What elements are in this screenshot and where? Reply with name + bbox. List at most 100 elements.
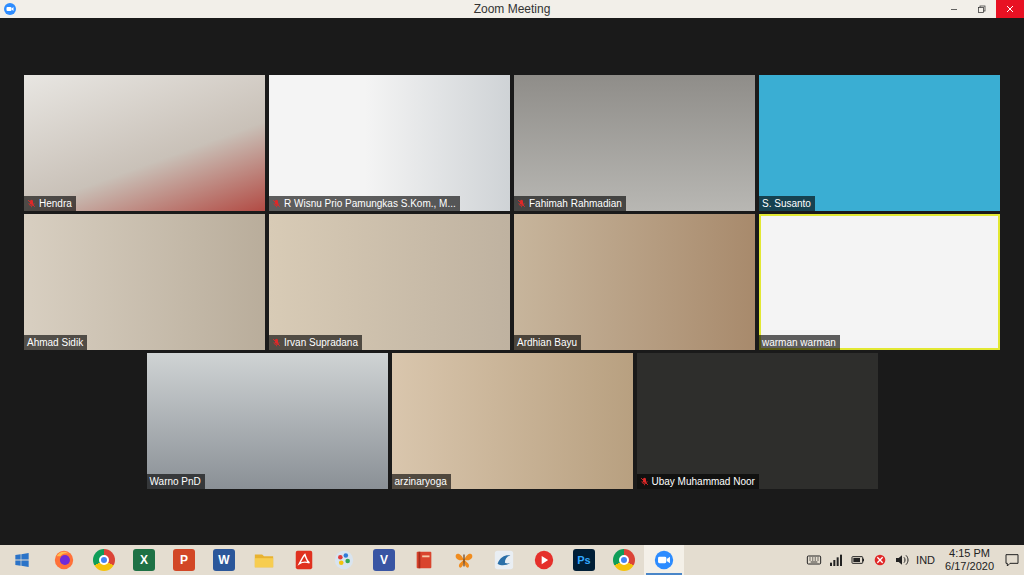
alert-icon[interactable] (872, 552, 888, 568)
taskbar-app[interactable] (44, 545, 84, 575)
participant-tile[interactable]: arzinaryoga (392, 353, 633, 489)
zoom-icon (653, 549, 675, 571)
participant-name: arzinaryoga (395, 475, 447, 488)
participant-label: arzinaryoga (392, 474, 451, 489)
gallery-row: Hendra R Wisnu Prio Pamungkas S.Kom., M..… (24, 75, 1000, 211)
book-icon (413, 549, 435, 571)
participant-tile[interactable]: Hendra (24, 75, 265, 211)
taskbar-app[interactable] (604, 545, 644, 575)
participant-label: R Wisnu Prio Pamungkas S.Kom., M... (269, 196, 460, 211)
butterfly-icon (453, 549, 475, 571)
workbench-icon (493, 549, 515, 571)
chrome-icon (613, 549, 635, 571)
network-icon[interactable] (828, 552, 844, 568)
taskbar-app[interactable]: P (164, 545, 204, 575)
participant-name: S. Susanto (762, 197, 811, 210)
participant-name: R Wisnu Prio Pamungkas S.Kom., M... (284, 197, 456, 210)
player-icon (533, 549, 555, 571)
muted-mic-icon (640, 476, 649, 487)
zoom-app-icon (4, 3, 16, 15)
taskbar-app[interactable] (84, 545, 124, 575)
participant-tile[interactable]: Warno PnD (147, 353, 388, 489)
excel-icon: X (133, 549, 155, 571)
muted-mic-icon (517, 198, 526, 209)
participant-label: Hendra (24, 196, 76, 211)
muted-mic-icon (27, 198, 36, 209)
visio-icon: V (373, 549, 395, 571)
taskbar-app[interactable] (324, 545, 364, 575)
participant-name: Ahmad Sidik (27, 336, 83, 349)
app-glyph: Ps (577, 552, 590, 569)
volume-icon[interactable] (894, 552, 910, 568)
participant-name: Ardhian Bayu (517, 336, 577, 349)
gallery-row: Ahmad Sidik Irvan Supradana Ardhian Bayu wa… (24, 214, 1000, 350)
taskbar-app[interactable] (484, 545, 524, 575)
clock-time: 4:15 PM (945, 547, 994, 560)
participant-label: S. Susanto (759, 196, 815, 211)
participant-label: Fahimah Rahmadian (514, 196, 626, 211)
firefox-icon (53, 549, 75, 571)
taskbar-app[interactable] (284, 545, 324, 575)
participant-tile[interactable]: warman warman (759, 214, 1000, 350)
taskbar-app[interactable]: Ps (564, 545, 604, 575)
keyboard-icon[interactable] (806, 552, 822, 568)
participant-name: Irvan Supradana (284, 336, 358, 349)
chrome-icon (93, 549, 115, 571)
participant-label: warman warman (759, 335, 840, 350)
title-bar: Zoom Meeting (0, 0, 1024, 18)
participant-name: Fahimah Rahmadian (529, 197, 622, 210)
window-title: Zoom Meeting (474, 0, 551, 18)
notification-icon[interactable] (1004, 552, 1020, 568)
taskbar-app[interactable]: V (364, 545, 404, 575)
taskbar: X P W V Ps IND 4:15 PM6/17/2020 (0, 545, 1024, 575)
app-glyph: V (380, 551, 388, 569)
participant-name: warman warman (762, 336, 836, 349)
folder-icon (253, 549, 275, 571)
taskbar-app[interactable]: X (124, 545, 164, 575)
participant-tile[interactable]: Fahimah Rahmadian (514, 75, 755, 211)
muted-mic-icon (272, 198, 281, 209)
participant-label: Warno PnD (147, 474, 205, 489)
app-glyph: W (218, 551, 229, 569)
participant-name: Warno PnD (150, 475, 201, 488)
system-tray: IND 4:15 PM6/17/2020 (806, 547, 1024, 573)
participant-tile[interactable]: S. Susanto (759, 75, 1000, 211)
participant-label: Irvan Supradana (269, 335, 362, 350)
participant-tile[interactable]: Ubay Muhammad Noor (637, 353, 878, 489)
app-glyph: X (140, 551, 148, 569)
taskbar-app[interactable]: W (204, 545, 244, 575)
clock-date: 6/17/2020 (945, 560, 994, 573)
gallery-grid: Hendra R Wisnu Prio Pamungkas S.Kom., M..… (24, 75, 1000, 489)
gallery-row: Warno PnD arzinaryoga Ubay Muhammad Noor (147, 353, 878, 489)
video-gallery: Hendra R Wisnu Prio Pamungkas S.Kom., M..… (0, 18, 1024, 545)
participant-tile[interactable]: Ardhian Bayu (514, 214, 755, 350)
participant-label: Ubay Muhammad Noor (637, 474, 759, 489)
participant-label: Ardhian Bayu (514, 335, 581, 350)
windows-start-icon[interactable] (0, 545, 44, 575)
taskbar-app[interactable] (444, 545, 484, 575)
pdf-icon (293, 549, 315, 571)
app-glyph: P (180, 551, 188, 569)
powerpoint-icon: P (173, 549, 195, 571)
taskbar-app[interactable] (244, 545, 284, 575)
taskbar-app[interactable] (404, 545, 444, 575)
clock[interactable]: 4:15 PM6/17/2020 (941, 547, 998, 573)
restore-icon[interactable] (968, 0, 996, 18)
participant-name: Hendra (39, 197, 72, 210)
participant-label: Ahmad Sidik (24, 335, 87, 350)
taskbar-app[interactable] (644, 545, 684, 575)
participant-name: Ubay Muhammad Noor (652, 475, 755, 488)
participant-tile[interactable]: Irvan Supradana (269, 214, 510, 350)
photoshop-icon: Ps (573, 549, 595, 571)
muted-mic-icon (272, 337, 281, 348)
participant-tile[interactable]: Ahmad Sidik (24, 214, 265, 350)
paint-icon (333, 549, 355, 571)
word-icon: W (213, 549, 235, 571)
minimize-icon[interactable] (940, 0, 968, 18)
window-controls (940, 0, 1024, 18)
close-icon[interactable] (996, 0, 1024, 18)
participant-tile[interactable]: R Wisnu Prio Pamungkas S.Kom., M... (269, 75, 510, 211)
language-indicator[interactable]: IND (916, 552, 935, 569)
taskbar-app[interactable] (524, 545, 564, 575)
battery-icon[interactable] (850, 552, 866, 568)
